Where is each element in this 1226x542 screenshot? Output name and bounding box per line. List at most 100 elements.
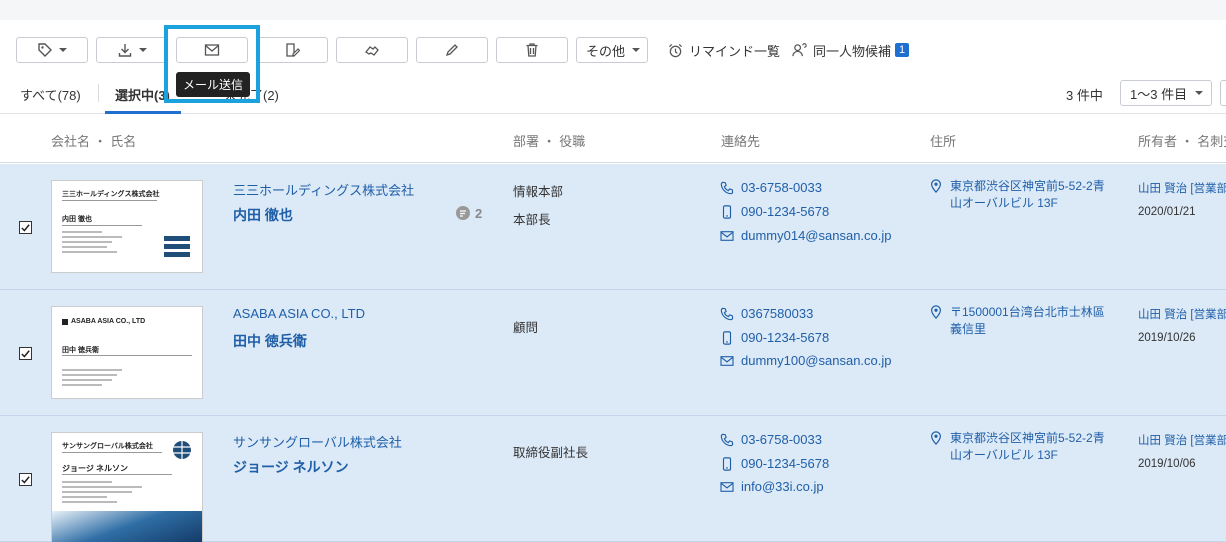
mobile-phone-icon <box>722 456 732 471</box>
tag-button[interactable] <box>16 37 88 63</box>
card-text-line <box>62 369 122 371</box>
comment-icon <box>456 206 470 220</box>
table-row[interactable]: ASABA ASIA CO., LTD 田中 徳兵衛 ASABA ASIA CO… <box>0 290 1226 416</box>
envelope-icon <box>204 44 220 56</box>
email-link[interactable]: dummy100@sansan.co.jp <box>720 353 892 368</box>
active-tab-indicator <box>105 111 181 114</box>
tab-selected[interactable]: 選択中(3) <box>115 85 170 104</box>
phone-number: 0367580033 <box>741 306 814 321</box>
column-header-name[interactable]: 会社名 ・ 氏名 <box>51 131 136 150</box>
download-button[interactable] <box>96 37 168 63</box>
phone-link[interactable]: 0367580033 <box>720 306 813 321</box>
mobile-number: 090-1234-5678 <box>741 330 830 345</box>
column-header-address: 住所 <box>930 134 957 149</box>
mobile-link[interactable]: 090-1234-5678 <box>720 456 829 471</box>
row-checkbox[interactable] <box>19 347 32 360</box>
handshake-icon <box>365 46 379 56</box>
email-link[interactable]: dummy014@sansan.co.jp <box>720 228 892 243</box>
trash-icon <box>526 43 538 57</box>
department: 取締役副社長 <box>513 446 589 460</box>
envelope-icon <box>720 230 734 241</box>
phone-icon <box>720 433 734 446</box>
email-link[interactable]: info@33i.co.jp <box>720 479 824 494</box>
card-rule <box>62 355 192 356</box>
phone-link[interactable]: 03-6758-0033 <box>720 432 822 447</box>
map-pin-icon <box>931 431 941 445</box>
card-company: サンサングローバル株式会社 <box>62 443 153 450</box>
department: 顧問 <box>513 321 539 335</box>
address-text: 〒1500001台湾台北市士林區義信里 <box>950 305 1105 336</box>
card-text-line <box>62 236 122 238</box>
toolbar: その他 リマインド一覧 同一人物候補 1 <box>0 20 1226 76</box>
envelope-icon <box>720 481 734 492</box>
column-header-owner[interactable]: 所有者 ・ 名刺交 <box>1138 131 1226 150</box>
business-card-image[interactable]: ASABA ASIA CO., LTD 田中 徳兵衛 <box>51 306 203 399</box>
same-person-link[interactable]: 同一人物候補 1 <box>792 40 910 60</box>
address-link[interactable]: 〒1500001台湾台北市士林區義信里 <box>930 304 1105 338</box>
delete-button[interactable] <box>496 37 568 63</box>
table-row[interactable]: 三三ホールディングス株式会社 内田 徹也 三三ホールディングス株式会社 内田 徹… <box>0 164 1226 290</box>
pencil-icon <box>445 44 458 57</box>
person-name-link[interactable]: 田中 徳兵衛 <box>233 331 307 351</box>
owner-link[interactable]: 山田 賢治 [営業部 <box>1138 180 1226 196</box>
chevron-down-icon <box>632 48 641 52</box>
check-icon <box>21 224 30 232</box>
business-card-image[interactable]: 三三ホールディングス株式会社 内田 徹也 <box>51 180 203 273</box>
other-dropdown[interactable]: その他 <box>576 37 648 63</box>
chevron-down-icon <box>139 48 147 52</box>
globe-logo-icon <box>173 441 191 459</box>
card-company: ASABA ASIA CO., LTD <box>71 318 146 325</box>
comment-count[interactable]: 2 <box>455 205 482 221</box>
edit-button[interactable] <box>416 37 488 63</box>
owner-link[interactable]: 山田 賢治 [営業部 <box>1138 432 1226 448</box>
check-icon <box>21 476 30 484</box>
page-range-label: 1〜3 件目 <box>1130 86 1188 102</box>
phone-number: 03-6758-0033 <box>741 180 822 195</box>
phone-link[interactable]: 03-6758-0033 <box>720 180 822 195</box>
page-range-dropdown[interactable]: 1〜3 件目 <box>1120 80 1212 106</box>
chevron-down-icon <box>59 48 67 52</box>
company-link[interactable]: サンサングローバル株式会社 <box>233 432 402 451</box>
table-header: 会社名 ・ 氏名 部署 ・ 役職 連絡先 住所 所有者 ・ 名刺交 <box>0 115 1226 163</box>
department: 情報本部 <box>513 185 564 199</box>
address-link[interactable]: 東京都渋谷区神宮前5-52-2青山オーバルビル 13F <box>930 430 1105 464</box>
alarm-clock-icon <box>668 43 683 57</box>
mobile-link[interactable]: 090-1234-5678 <box>720 330 829 345</box>
mobile-link[interactable]: 090-1234-5678 <box>720 204 829 219</box>
download-icon <box>118 44 132 57</box>
table-row[interactable]: サンサングローバル株式会社 ジョージ ネルソン サンサングローバル株式会社 ジョ… <box>0 416 1226 542</box>
tooltip: メール送信 <box>176 72 251 97</box>
mobile-phone-icon <box>722 330 732 345</box>
card-logo-bar <box>164 236 190 241</box>
person-name-link[interactable]: 内田 徹也 <box>233 205 293 225</box>
card-text-line <box>62 496 107 498</box>
same-person-label: 同一人物候補 <box>813 43 892 59</box>
remind-list-link[interactable]: リマインド一覧 <box>668 40 780 60</box>
company-link[interactable]: 三三ホールディングス株式会社 <box>233 180 414 199</box>
card-rule <box>62 200 157 201</box>
column-header-dept[interactable]: 部署 ・ 役職 <box>513 131 585 150</box>
card-text-line <box>62 491 132 493</box>
card-rule <box>62 225 142 226</box>
person-name-link[interactable]: ジョージ ネルソン <box>233 457 349 477</box>
page-nav-button[interactable] <box>1220 80 1226 106</box>
phone-icon <box>720 181 734 194</box>
row-checkbox[interactable] <box>19 473 32 486</box>
result-count: 3 件中 <box>1066 88 1103 103</box>
business-card-image[interactable]: サンサングローバル株式会社 ジョージ ネルソン <box>51 432 203 542</box>
row-checkbox[interactable] <box>19 221 32 234</box>
send-mail-button[interactable] <box>176 37 248 63</box>
comment-count-value: 2 <box>475 205 483 221</box>
address-text: 東京都渋谷区神宮前5-52-2青山オーバルビル 13F <box>950 179 1105 210</box>
edit-card-button[interactable] <box>256 37 328 63</box>
company-link[interactable]: ASABA ASIA CO., LTD <box>233 306 365 321</box>
card-name: ジョージ ネルソン <box>62 464 129 473</box>
card-text-line <box>62 384 102 386</box>
exchange-date: 2019/10/06 <box>1138 458 1196 470</box>
address-link[interactable]: 東京都渋谷区神宮前5-52-2青山オーバルビル 13F <box>930 178 1105 212</box>
tab-all[interactable]: すべて(78) <box>20 85 81 104</box>
check-icon <box>21 350 30 358</box>
owner-link[interactable]: 山田 賢治 [営業部 <box>1138 306 1226 322</box>
merge-button[interactable] <box>336 37 408 63</box>
email-address: dummy014@sansan.co.jp <box>741 228 892 243</box>
